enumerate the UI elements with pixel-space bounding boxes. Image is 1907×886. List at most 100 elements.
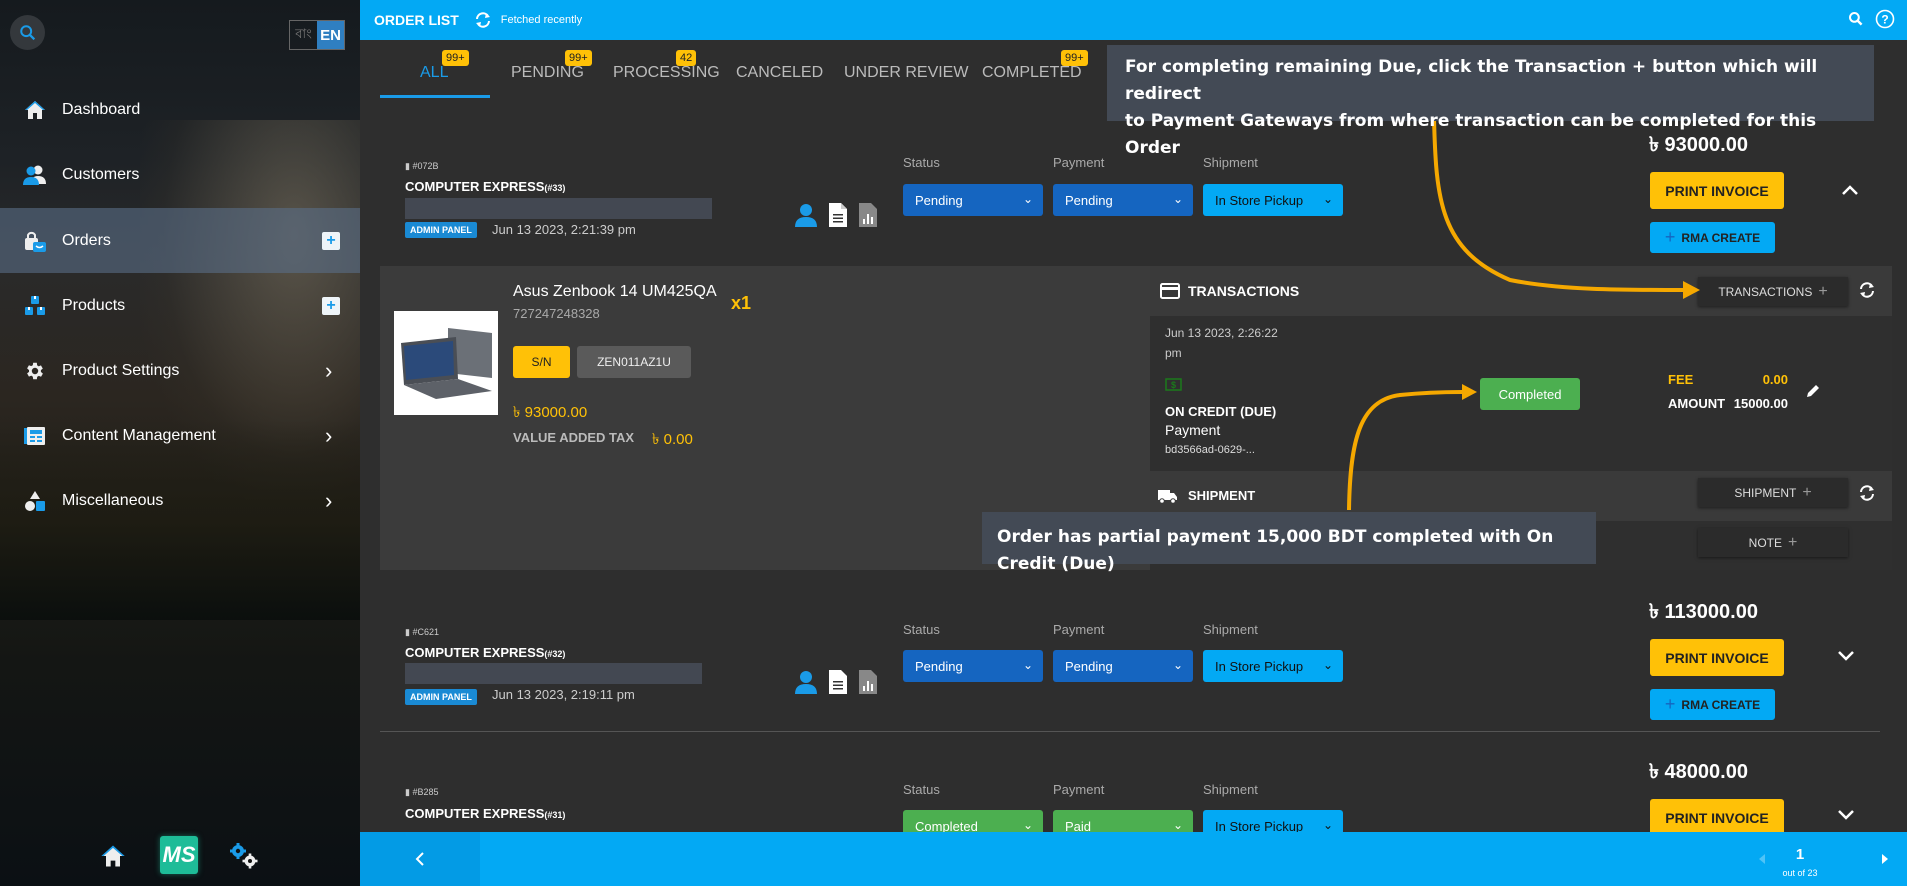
- add-shipment-label: SHIPMENT: [1734, 485, 1797, 500]
- plus-icon: +: [1664, 694, 1676, 714]
- payment-value: Pending: [1065, 658, 1113, 674]
- order-id[interactable]: ▮ #072B: [405, 161, 438, 172]
- add-note-button[interactable]: NOTE +: [1698, 528, 1848, 557]
- refresh-icon: [1860, 282, 1874, 298]
- payment-label: Payment: [1053, 622, 1105, 637]
- total-pages: out of 23: [1782, 868, 1818, 878]
- print-invoice-button[interactable]: PRINT INVOICE: [1650, 172, 1784, 209]
- callout-line: For completing remaining Due, click the …: [1125, 57, 1818, 104]
- order-total: ৳ 48000.00: [1649, 761, 1748, 783]
- tab-completed[interactable]: COMPLETED 99+: [982, 50, 1088, 82]
- help-button[interactable]: ?: [1875, 9, 1895, 34]
- tab-label: PENDING: [511, 64, 584, 81]
- sidebar-item-dashboard[interactable]: Dashboard: [0, 77, 360, 142]
- report-icon[interactable]: [859, 670, 877, 694]
- status-label: Status: [903, 155, 940, 170]
- tab-processing[interactable]: PROCESSING 42: [613, 50, 720, 82]
- customer-number: (#31): [544, 810, 566, 820]
- plus-icon: +: [1788, 533, 1798, 551]
- amount-value: 15000.00: [1733, 396, 1788, 411]
- order-id[interactable]: ▮ #C621: [405, 627, 439, 638]
- refresh-icon: [475, 12, 490, 28]
- lang-bn[interactable]: বাং: [290, 21, 317, 49]
- add-product-button[interactable]: +: [322, 296, 340, 315]
- shipment-label: Shipment: [1203, 782, 1258, 797]
- tab-canceled[interactable]: CANCELED: [736, 64, 823, 82]
- rma-label: RMA CREATE: [1681, 230, 1761, 245]
- sidebar-item-orders[interactable]: Orders +: [0, 208, 360, 273]
- transactions-header: TRANSACTIONS TRANSACTIONS +: [1150, 266, 1892, 316]
- invoice-icon[interactable]: [829, 670, 847, 694]
- rma-create-button[interactable]: + RMA CREATE: [1650, 689, 1775, 720]
- content-icon: [22, 423, 48, 449]
- print-invoice-button[interactable]: PRINT INVOICE: [1650, 639, 1784, 676]
- order-date: Jun 13 2023, 2:21:39 pm: [492, 222, 636, 237]
- transaction-date: Jun 13 2023, 2:26:22: [1165, 326, 1278, 340]
- payment-label: Payment: [1053, 782, 1105, 797]
- customers-icon: [22, 162, 48, 188]
- add-transaction-button[interactable]: TRANSACTIONS +: [1698, 277, 1848, 306]
- payment-select[interactable]: Pending ⌄: [1053, 650, 1193, 682]
- shapes-icon: [22, 488, 48, 514]
- customer-icon[interactable]: [795, 670, 817, 694]
- status-value: Pending: [915, 192, 963, 208]
- sidebar-item-customers[interactable]: Customers: [0, 142, 360, 207]
- add-shipment-button[interactable]: SHIPMENT +: [1698, 478, 1848, 507]
- tab-pending[interactable]: PENDING 99+: [511, 50, 592, 82]
- status-select[interactable]: Pending ⌄: [903, 184, 1043, 216]
- transaction-id: bd3566ad-0629-...: [1165, 444, 1255, 456]
- settings-shortcut-button[interactable]: [228, 842, 260, 875]
- collapse-button[interactable]: [1841, 180, 1859, 201]
- tab-count-badge: 99+: [565, 50, 592, 66]
- sidebar-item-products[interactable]: Products +: [0, 273, 360, 338]
- expand-button[interactable]: [1837, 805, 1855, 826]
- next-page-button[interactable]: [1881, 852, 1889, 870]
- status-select[interactable]: Pending ⌄: [903, 650, 1043, 682]
- fee-value: 0.00: [1762, 372, 1788, 387]
- customer-icon[interactable]: [795, 203, 817, 227]
- chevron-down-icon: ⌄: [1172, 658, 1183, 672]
- language-switch[interactable]: বাং EN: [289, 20, 345, 50]
- caret-left-icon: [1759, 854, 1765, 864]
- home-shortcut-button[interactable]: [99, 843, 127, 874]
- chevron-down-icon: ⌄: [1172, 192, 1183, 206]
- lang-en[interactable]: EN: [317, 21, 344, 49]
- product-name: Asus Zenbook 14 UM425QA: [513, 283, 717, 300]
- payment-select[interactable]: Pending ⌄: [1053, 184, 1193, 216]
- sidebar-item-label: Product Settings: [62, 361, 180, 379]
- refresh-shipment-button[interactable]: [1857, 484, 1877, 507]
- shipment-select[interactable]: In Store Pickup ⌄: [1203, 184, 1343, 216]
- ms-logo-button[interactable]: MS: [160, 836, 198, 874]
- sidebar-search-button[interactable]: [10, 15, 45, 50]
- invoice-icon[interactable]: [829, 203, 847, 227]
- add-order-button[interactable]: +: [322, 231, 340, 250]
- shipment-value: In Store Pickup: [1215, 658, 1304, 674]
- shipment-select[interactable]: In Store Pickup ⌄: [1203, 650, 1343, 682]
- serial-number-value: ZEN011AZ1U: [577, 346, 691, 378]
- expand-button[interactable]: [1837, 646, 1855, 667]
- sidebar-item-product-settings[interactable]: Product Settings ›: [0, 338, 360, 403]
- refresh-transactions-button[interactable]: [1857, 281, 1877, 304]
- report-icon[interactable]: [859, 203, 877, 227]
- tab-all[interactable]: ALL 99+: [420, 50, 469, 82]
- chevron-down-icon: ⌄: [1022, 818, 1033, 832]
- laptop-image: [401, 328, 492, 399]
- redacted-field: [405, 663, 702, 684]
- status-label: Status: [903, 782, 940, 797]
- refresh-button[interactable]: [473, 11, 493, 29]
- order-actions: [795, 203, 877, 227]
- order-id[interactable]: ▮ #B285: [405, 787, 438, 798]
- sidebar-item-content-management[interactable]: Content Management ›: [0, 403, 360, 468]
- prev-page-button[interactable]: [1758, 852, 1766, 870]
- source-badge: ADMIN PANEL: [405, 689, 477, 705]
- edit-transaction-button[interactable]: [1805, 383, 1821, 404]
- top-search-button[interactable]: [1848, 11, 1864, 32]
- back-button[interactable]: [360, 832, 480, 886]
- source-badge: ADMIN PANEL: [405, 222, 477, 238]
- sidebar-item-miscellaneous[interactable]: Miscellaneous ›: [0, 468, 360, 533]
- rma-create-button[interactable]: + RMA CREATE: [1650, 222, 1775, 253]
- tab-under-review[interactable]: UNDER REVIEW: [844, 64, 968, 82]
- pagination-bar: 1 out of 23: [360, 832, 1907, 886]
- print-invoice-button[interactable]: PRINT INVOICE: [1650, 799, 1784, 835]
- chevron-down-icon: ⌄: [1322, 192, 1333, 206]
